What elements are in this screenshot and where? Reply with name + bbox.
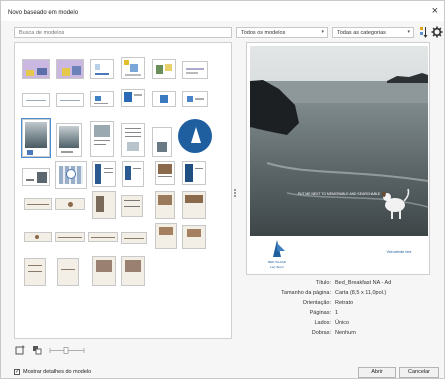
- cancel-button[interactable]: Cancelar: [399, 367, 439, 378]
- template-thumbnail[interactable]: [121, 195, 143, 217]
- template-thumbnail[interactable]: [92, 161, 116, 187]
- template-thumbnail[interactable]: [121, 256, 145, 286]
- detail-row-page-size: Tamanho da página: Carta (8,5 x 11,0pol.…: [246, 290, 431, 300]
- models-filter-dropdown[interactable]: Todos os modelos ▾: [236, 27, 328, 38]
- models-filter-value: Todos os modelos: [241, 29, 286, 36]
- template-thumbnail[interactable]: [22, 168, 50, 186]
- template-thumbnail[interactable]: [155, 191, 175, 219]
- template-preview: PUT ME NEXT TO MEMORABLE AND SEARCHABLE …: [246, 42, 430, 275]
- detail-row-pages: Páginas: 1: [246, 310, 431, 320]
- categories-filter-value: Todas as categorias: [337, 29, 386, 36]
- template-thumbnail[interactable]: [182, 161, 206, 185]
- new-from-template-dialog: Novo baseado em modelo × Todos os modelo…: [0, 0, 445, 379]
- pane-splitter[interactable]: [234, 189, 237, 197]
- gear-icon[interactable]: [431, 26, 443, 38]
- template-thumbnail[interactable]: [22, 59, 50, 79]
- template-thumbnail[interactable]: [121, 89, 145, 107]
- template-thumbnail[interactable]: [121, 57, 145, 79]
- detail-label: Lados:: [314, 320, 331, 326]
- detail-label: Dobras:: [311, 330, 331, 336]
- preview-image: PUT ME NEXT TO MEMORABLE AND SEARCHABLE …: [250, 46, 429, 274]
- template-thumbnail-logo[interactable]: [178, 119, 212, 153]
- template-thumbnail[interactable]: [24, 232, 52, 242]
- template-thumbnail[interactable]: [92, 191, 116, 219]
- categories-filter-dropdown[interactable]: Todas as categorias ▾: [332, 27, 414, 38]
- open-button[interactable]: Abrir: [358, 367, 396, 378]
- detail-label: Tamanho da página:: [281, 290, 331, 296]
- show-details-label: Mostrar detalhes do modelo: [23, 369, 92, 375]
- detail-row-orientation: Orientação: Retrato: [246, 300, 431, 310]
- template-thumbnail[interactable]: [55, 198, 85, 210]
- preview-logo-subtitle: Lazy Beach: [269, 265, 284, 269]
- preview-caption: PUT ME NEXT TO MEMORABLE AND SEARCHABLE: [298, 192, 381, 196]
- detail-value: Bed_Breakfast NA - Ad: [335, 280, 392, 286]
- detail-value: 1: [335, 310, 339, 316]
- preview-logo-title: BED ISLAND: [268, 260, 287, 264]
- detail-row-title: Título: Bed_Breakfast NA - Ad: [246, 280, 431, 290]
- detail-label: Título:: [315, 280, 331, 286]
- template-thumbnail[interactable]: [152, 127, 172, 157]
- template-thumbnail[interactable]: [152, 59, 176, 79]
- template-thumbnail[interactable]: [22, 93, 50, 107]
- template-thumbnail[interactable]: [56, 123, 82, 157]
- detail-value: Carta (8,5 x 11,0pol.): [335, 290, 387, 296]
- template-thumbnail[interactable]: [121, 232, 147, 244]
- template-thumbnail[interactable]: [152, 91, 176, 107]
- template-thumbnail[interactable]: [182, 225, 206, 249]
- detail-value: Nenhum: [335, 330, 356, 336]
- dialog-footer: ✓ Mostrar detalhes do modelo Abrir Cance…: [1, 364, 444, 378]
- sort-icon[interactable]: [419, 26, 428, 38]
- template-thumbnail[interactable]: [24, 198, 52, 210]
- template-thumbnail[interactable]: [90, 91, 114, 107]
- zoom-slider-icon[interactable]: [49, 347, 85, 354]
- detail-value: Único: [335, 320, 350, 326]
- new-folder-icon[interactable]: [15, 345, 25, 355]
- view-toggle-icon[interactable]: [32, 345, 42, 355]
- template-thumbnail[interactable]: [55, 232, 85, 242]
- window-title: Novo baseado em modelo: [8, 10, 79, 16]
- show-details-checkbox[interactable]: ✓: [14, 369, 20, 375]
- template-thumbnail[interactable]: [21, 118, 51, 158]
- close-icon[interactable]: ×: [432, 5, 438, 17]
- chevron-down-icon: ▾: [407, 29, 410, 35]
- template-thumbnail[interactable]: [122, 161, 144, 187]
- template-thumbnail[interactable]: [55, 161, 87, 189]
- template-thumbnail[interactable]: [155, 223, 177, 249]
- detail-label: Páginas:: [309, 310, 331, 316]
- detail-label: Orientação:: [302, 300, 331, 306]
- template-thumbnail[interactable]: [121, 123, 145, 157]
- template-thumbnail[interactable]: [92, 256, 116, 286]
- template-thumbnail[interactable]: [57, 258, 79, 286]
- template-thumbnail[interactable]: [24, 258, 46, 286]
- template-thumbnail[interactable]: [182, 61, 208, 79]
- title-bar: Novo baseado em modelo ×: [1, 1, 444, 21]
- template-thumbnail[interactable]: [155, 161, 175, 185]
- template-thumbnail[interactable]: [56, 93, 84, 107]
- template-thumbnail[interactable]: [56, 59, 84, 79]
- template-thumbnail-grid[interactable]: [14, 42, 232, 339]
- search-input[interactable]: [14, 27, 232, 38]
- template-thumbnail[interactable]: [182, 191, 206, 219]
- chevron-down-icon: ▾: [321, 29, 324, 35]
- template-details: Título: Bed_Breakfast NA - Ad Tamanho da…: [246, 280, 431, 340]
- detail-value: Retrato: [335, 300, 354, 306]
- template-thumbnail[interactable]: [88, 232, 118, 242]
- preview-footer-text: Visit website here: [387, 250, 412, 254]
- detail-row-folds: Dobras: Nenhum: [246, 330, 431, 340]
- detail-row-sides: Lados: Único: [246, 320, 431, 330]
- template-thumbnail[interactable]: [90, 121, 114, 157]
- template-thumbnail[interactable]: [90, 59, 114, 79]
- template-thumbnail[interactable]: [182, 91, 208, 107]
